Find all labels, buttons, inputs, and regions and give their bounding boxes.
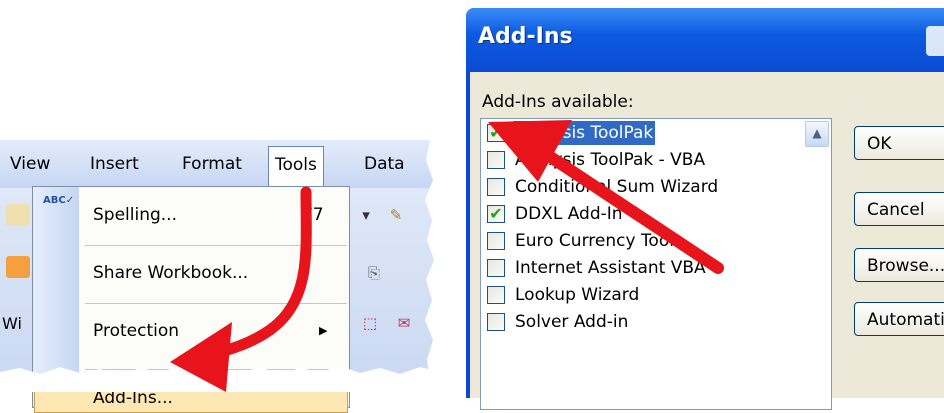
help-button-fragment[interactable] <box>926 26 944 56</box>
list-item[interactable]: ✔ Analysis ToolPak <box>487 121 797 147</box>
add-ins-list[interactable]: ✔ Analysis ToolPak Analysis ToolPak - VB… <box>480 118 832 410</box>
dialog-title-bar[interactable]: Add-Ins <box>466 8 944 72</box>
dialog-body: Add-Ins available: ✔ Analysis ToolPak An… <box>470 72 944 410</box>
toolbar-button-icon[interactable] <box>6 204 30 226</box>
list-item[interactable]: Solver Add-in <box>487 310 797 336</box>
list-item-label: Lookup Wizard <box>515 285 640 305</box>
list-item[interactable]: Lookup Wizard <box>487 283 797 309</box>
ok-button[interactable]: OK <box>854 126 944 160</box>
list-item[interactable]: Analysis ToolPak - VBA <box>487 148 797 174</box>
list-item-label: Solver Add-in <box>515 312 629 332</box>
browse-button-label: Browse... <box>867 256 944 276</box>
menu-item-label: Spelling... <box>93 205 177 225</box>
menu-bar: View Insert Format Tools Data <box>0 140 440 189</box>
list-item[interactable]: Euro Currency Tools <box>487 229 797 255</box>
menu-format[interactable]: Format <box>176 150 248 178</box>
list-item[interactable]: Conditional Sum Wizard <box>487 175 797 201</box>
browse-button[interactable]: Browse... <box>854 248 944 282</box>
torn-edge-bottom <box>0 366 440 392</box>
pdf-icon[interactable]: ⬚ <box>358 312 382 334</box>
checkbox[interactable] <box>487 232 505 250</box>
checkbox[interactable]: ✔ <box>487 205 505 223</box>
add-ins-available-label: Add-Ins available: <box>482 92 634 112</box>
font-color-icon[interactable]: ▾ <box>354 204 378 226</box>
shortcut-label: F7 <box>303 205 324 225</box>
scroll-up-button[interactable]: ▲ <box>805 121 829 147</box>
menu-item-label: Protection <box>93 321 180 341</box>
checkbox[interactable] <box>487 259 505 277</box>
menu-tools[interactable]: Tools <box>268 146 324 189</box>
spelling-icon: ABC✓ <box>43 195 75 206</box>
cancel-button-label: Cancel <box>867 200 925 220</box>
checkbox[interactable] <box>487 178 505 196</box>
list-item-label: Conditional Sum Wizard <box>515 177 719 197</box>
list-item-label: Analysis ToolPak - VBA <box>515 150 706 170</box>
list-item-label: DDXL Add-In <box>515 204 623 224</box>
checkbox[interactable] <box>487 313 505 331</box>
list-item[interactable]: Internet Assistant VBA <box>487 256 797 282</box>
menu-item-label: Share Workbook... <box>93 263 249 283</box>
list-item[interactable]: ✔ DDXL Add-In <box>487 202 797 228</box>
list-item-label: Euro Currency Tools <box>515 231 683 251</box>
menu-separator <box>85 303 347 304</box>
checkbox[interactable] <box>487 286 505 304</box>
ok-button-label: OK <box>867 134 892 154</box>
menu-separator <box>85 245 347 246</box>
toolbar-text-fragment: Wi <box>2 314 22 333</box>
checkmark-icon: ✔ <box>489 123 503 142</box>
excel-window-fragment: View Insert Format Tools Data Wi ▾ ✎ ⎘ ⬚… <box>0 140 444 413</box>
automation-button-label: Automation... <box>867 310 944 330</box>
paint-brush-icon[interactable]: ✎ <box>384 204 408 226</box>
automation-button[interactable]: Automation... <box>854 302 944 336</box>
checkbox[interactable]: ✔ <box>487 124 505 142</box>
menu-insert[interactable]: Insert <box>84 150 145 178</box>
checkbox[interactable] <box>487 151 505 169</box>
menu-item-spelling[interactable]: Spelling... F7 <box>93 195 343 235</box>
cancel-button[interactable]: Cancel <box>854 192 944 226</box>
add-ins-dialog: Add-Ins Add-Ins available: ✔ Analysis To… <box>466 8 944 410</box>
menu-view[interactable]: View <box>4 150 56 178</box>
list-item-label: Internet Assistant VBA <box>515 258 706 278</box>
submenu-arrow-icon: ▶ <box>319 324 328 337</box>
dialog-title: Add-Ins <box>478 24 573 49</box>
chevron-up-icon: ▲ <box>812 126 822 140</box>
checkmark-icon: ✔ <box>489 204 503 223</box>
torn-edge-right <box>425 140 444 390</box>
attach-icon[interactable]: ⎘ <box>362 262 386 284</box>
toolbar-button-icon[interactable] <box>6 256 30 278</box>
menu-item-share-workbook[interactable]: Share Workbook... <box>93 253 343 293</box>
pdf-email-icon[interactable]: ✉ <box>392 312 416 334</box>
menu-data[interactable]: Data <box>358 150 411 178</box>
list-item-label: Analysis ToolPak <box>513 121 656 145</box>
menu-item-protection[interactable]: Protection ▶ <box>93 311 343 351</box>
